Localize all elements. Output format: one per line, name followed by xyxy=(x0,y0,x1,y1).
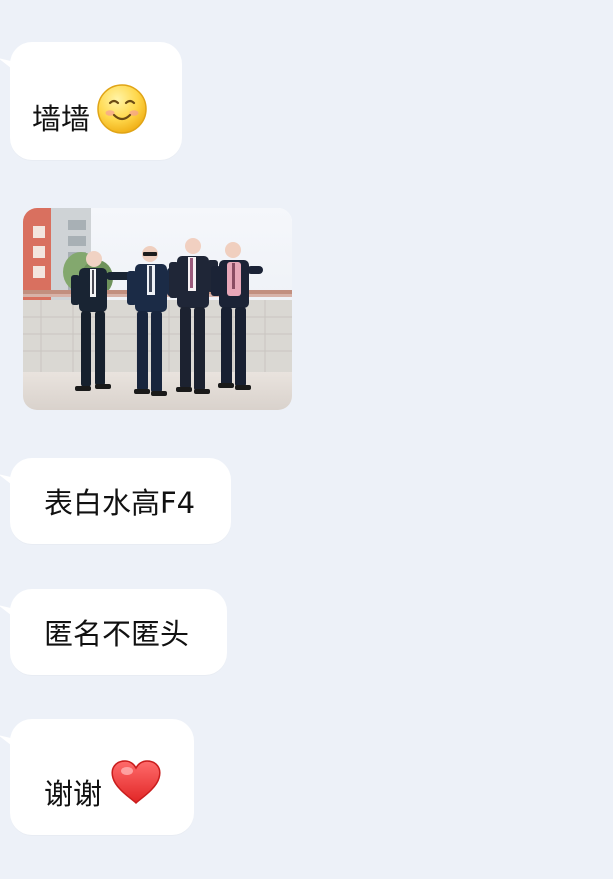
red-heart-emoji-icon xyxy=(102,758,164,809)
photo-message[interactable] xyxy=(23,208,292,410)
message-bubble[interactable]: 匿名不匿头 xyxy=(0,589,227,675)
bubble-tail xyxy=(0,735,16,749)
message-5: 谢谢 xyxy=(0,719,194,835)
message-bubble[interactable]: 表白水高F4 xyxy=(0,458,231,544)
message-text: 表白水高F4 xyxy=(44,486,196,520)
message-1: 墙墙 xyxy=(0,42,182,160)
four-men-in-suits-photo-icon xyxy=(23,208,292,410)
message-bubble[interactable]: 谢谢 xyxy=(0,719,194,835)
bubble-tail xyxy=(0,58,16,72)
smile-emoji-icon xyxy=(90,83,148,134)
message-bubble[interactable]: 墙墙 xyxy=(0,42,182,160)
message-text: 墙墙 xyxy=(32,102,91,136)
message-text: 匿名不匿头 xyxy=(44,617,190,651)
message-text: 谢谢 xyxy=(44,777,103,811)
chat-transcript: 墙墙 表白水高F4 匿名不匿头 谢谢 xyxy=(0,0,613,879)
message-4: 匿名不匿头 xyxy=(0,589,227,675)
bubble-tail xyxy=(0,605,16,619)
message-3: 表白水高F4 xyxy=(0,458,231,544)
bubble-tail xyxy=(0,474,16,488)
